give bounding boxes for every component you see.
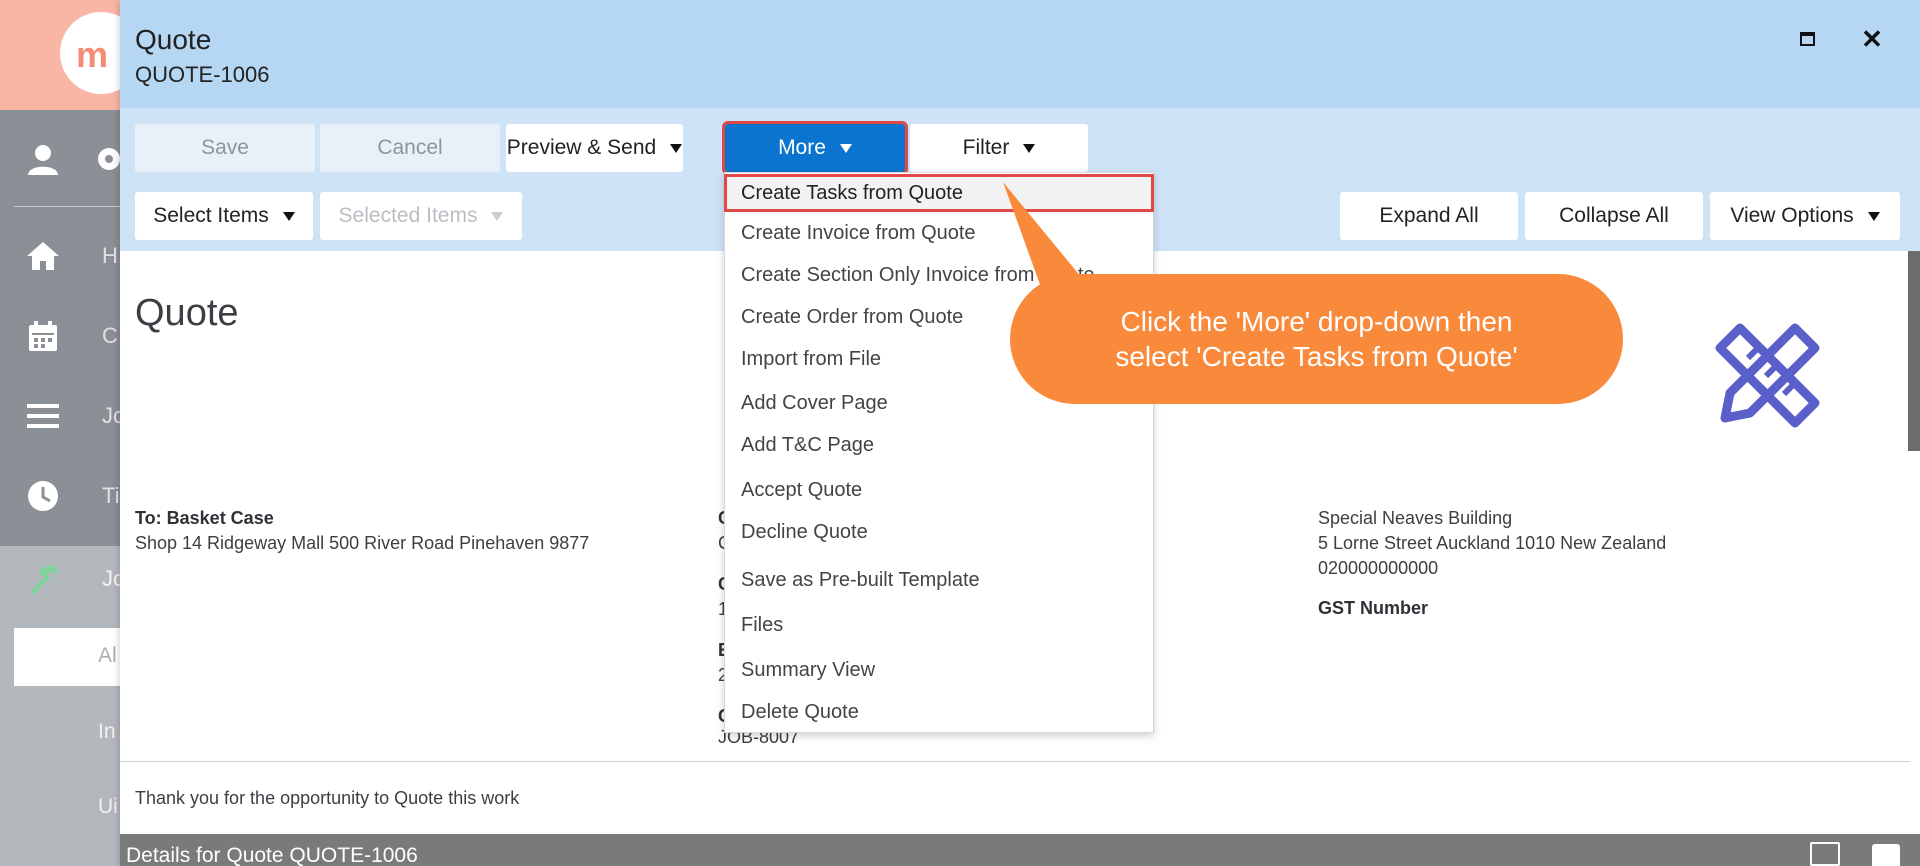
sidebar-item-jobs[interactable]: Jo [0,548,125,608]
maximize-icon[interactable] [1792,24,1822,54]
modal-title: Quote [135,24,212,55]
menu-item-accept-quote[interactable]: Accept Quote [725,470,1153,510]
more-dropdown-menu: Create Tasks from Quote Create Invoice f… [724,172,1154,733]
company-address: 5 Lorne Street Auckland 1010 New Zealand [1318,533,1667,553]
user-icon[interactable] [26,142,60,176]
expand-all-label: Expand All [1379,204,1479,227]
menu-item-delete-quote[interactable]: Delete Quote [725,692,1153,732]
sidebar-subitem-active[interactable]: Al [14,628,120,686]
details-bar-title: Details for Quote QUOTE-1006 [126,844,418,866]
cancel-button-label: Cancel [377,136,443,159]
sidebar-item-jobs-list[interactable]: Jo [0,385,125,445]
recipient-name: To: Basket Case [135,508,274,528]
menu-item-add-tc-page[interactable]: Add T&C Page [725,425,1153,465]
app-sidebar: m H C Jo Ti Jo Al In Ui [0,0,142,866]
hammer-icon [30,565,58,595]
document-heading: Quote [135,292,239,334]
calendar-icon [29,321,57,351]
instruction-callout: Click the 'More' drop-down then select '… [1010,274,1623,404]
cancel-button[interactable]: Cancel [320,124,500,172]
sidebar-item-label: C [102,323,118,348]
caret-down-icon [670,143,683,153]
selected-items-button[interactable]: Selected Items [320,192,522,240]
menu-item-save-template[interactable]: Save as Pre-built Template [725,560,1153,600]
view-options-label: View Options [1730,204,1854,227]
more-button-label: More [778,136,826,159]
quote-modal: Quote QUOTE-1006 ✕ Save Cancel Preview &… [120,0,1920,866]
company-phone: 020000000000 [1318,558,1439,578]
selected-items-label: Selected Items [338,204,478,227]
recipient-block: To: Basket Case Shop 14 Ridgeway Mall 50… [135,506,589,556]
menu-item-decline-quote[interactable]: Decline Quote [725,512,1153,552]
pencil-ruler-icon [1715,323,1820,428]
clock-icon [28,481,58,511]
callout-line: select 'Create Tasks from Quote' [1115,341,1518,372]
menu-item-summary-view[interactable]: Summary View [725,650,1153,690]
menu-item-create-invoice[interactable]: Create Invoice from Quote [725,213,1153,253]
select-items-label: Select Items [153,204,269,227]
expand-all-button[interactable]: Expand All [1340,192,1518,240]
collapse-all-label: Collapse All [1559,204,1669,227]
sidebar-subitem[interactable]: Ui [98,795,118,819]
caret-down-icon [839,143,852,153]
save-button[interactable]: Save [135,124,315,172]
caret-down-icon [1867,211,1880,221]
checkbox-icon[interactable] [1872,844,1900,866]
sidebar-item-label: H [102,243,118,268]
home-icon [27,242,59,270]
sidebar-subitem-label: Al [98,644,117,667]
sidebar-item-label: Ti [102,483,120,508]
sidebar-item-time[interactable]: Ti [0,465,120,525]
gst-label: GST Number [1318,598,1429,618]
close-icon[interactable]: ✕ [1857,24,1887,54]
filter-button-label: Filter [962,136,1010,159]
recipient-address: Shop 14 Ridgeway Mall 500 River Road Pin… [135,533,590,553]
filter-button[interactable]: Filter [910,124,1088,172]
caret-down-icon [491,211,504,221]
sidebar-item-home[interactable]: H [0,225,120,285]
menu-item-create-tasks[interactable]: Create Tasks from Quote [724,174,1154,212]
thank-you-note: Thank you for the opportunity to Quote t… [135,788,520,808]
caret-down-icon [282,211,295,221]
logo-text: m [76,34,108,75]
sidebar-divider [14,206,120,207]
view-options-button[interactable]: View Options [1710,192,1900,240]
menu-item-files[interactable]: Files [725,605,1153,645]
preview-send-button[interactable]: Preview & Send [506,124,683,172]
company-name: Special Neaves Building [1318,508,1513,528]
callout-line: Click the 'More' drop-down then [1120,306,1513,337]
preview-send-label: Preview & Send [506,136,657,159]
collapse-all-button[interactable]: Collapse All [1525,192,1703,240]
sidebar-item-calendar[interactable]: C [0,305,120,365]
sidebar-subitem[interactable]: In [98,720,116,744]
company-block: Special Neaves Building 5 Lorne Street A… [1318,506,1666,621]
save-button-label: Save [201,136,249,159]
quote-number: QUOTE-1006 [135,62,270,87]
scrollbar[interactable] [1908,251,1920,451]
divider [120,761,1910,762]
caret-down-icon [1023,143,1036,153]
select-items-button[interactable]: Select Items [135,192,313,240]
add-note-icon[interactable] [1810,842,1840,866]
menu-icon [27,404,59,428]
more-button[interactable]: More [722,121,908,175]
modal-header: Quote QUOTE-1006 ✕ [120,0,1920,108]
sidebar-user-row[interactable] [0,128,120,188]
details-bar: Details for Quote QUOTE-1006 [120,834,1920,866]
